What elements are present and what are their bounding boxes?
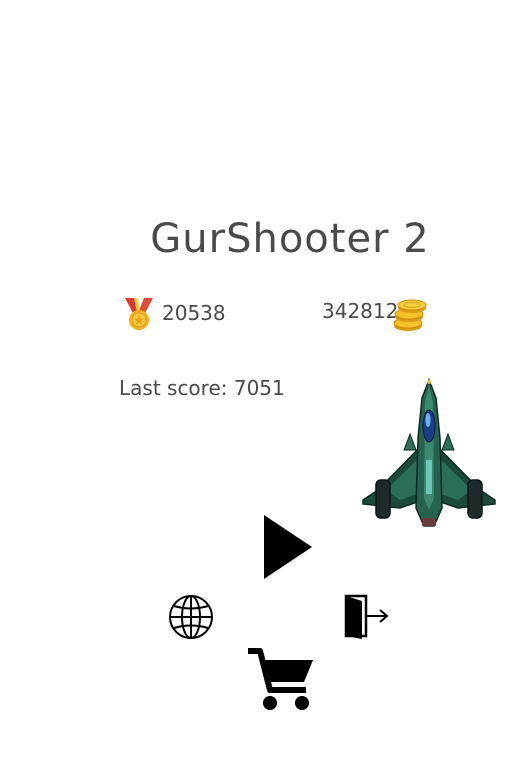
medal-icon [125, 298, 153, 330]
language-button[interactable] [168, 594, 214, 640]
game-title: GurShooter 2 [150, 216, 430, 262]
play-button[interactable] [262, 514, 314, 580]
exit-door-icon [344, 594, 389, 639]
coins-value: 342812 [322, 299, 399, 323]
shop-button[interactable] [246, 646, 316, 712]
last-score-label: Last score: [119, 376, 228, 400]
exit-button[interactable] [342, 592, 390, 640]
globe-icon [169, 595, 213, 639]
best-score-value: 20538 [162, 301, 226, 325]
shopping-cart-icon [248, 648, 313, 710]
last-score: Last score: 7051 [119, 376, 285, 400]
coin-stack-icon [393, 299, 427, 331]
play-icon [264, 515, 312, 579]
spaceship-icon [362, 378, 496, 527]
last-score-value: 7051 [233, 376, 285, 400]
